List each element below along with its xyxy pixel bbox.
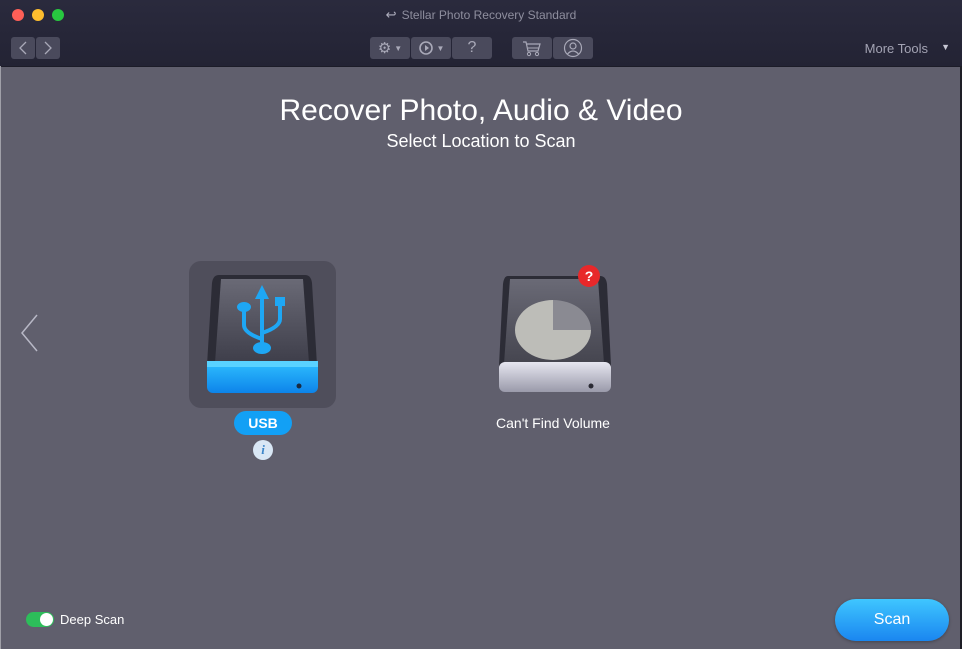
page-title: Recover Photo, Audio & Video [279,94,683,127]
chevron-left-icon [21,314,38,352]
drive-usb[interactable] [189,261,336,408]
caret-icon: ▼ [394,43,403,53]
deep-scan-label: Deep Scan [60,612,125,627]
drive-label-usb[interactable]: USB [234,411,292,435]
unknown-volume-badge: ? [578,265,600,287]
title-bar: ↩ Stellar Photo Recovery Standard ⚙ ▼ ▼ ? … [0,0,962,67]
back-arrow-icon: ↩ [385,7,397,22]
cart-button[interactable] [512,37,552,59]
settings-button[interactable]: ⚙ ▼ [370,37,410,59]
usb-drive-icon [207,275,318,393]
account-button[interactable] [553,37,593,59]
forward-button[interactable] [36,37,60,59]
previous-page-button[interactable] [18,313,42,358]
deep-scan-toggle[interactable] [26,612,54,627]
more-tools-menu[interactable]: More Tools [865,41,928,56]
chevron-right-icon [44,41,52,55]
caret-icon: ▼ [436,43,445,53]
user-icon [563,38,583,58]
volume-drive-icon [499,276,611,392]
more-tools-caret-icon[interactable]: ▼ [941,42,950,52]
info-icon[interactable]: i [253,440,273,460]
history-icon [418,41,433,55]
help-icon: ? [467,39,477,56]
window-edge [0,66,1,649]
cart-icon [523,40,541,56]
chevron-left-icon [19,41,27,55]
gear-icon: ⚙ [377,40,392,57]
toggle-knob [40,613,53,626]
window-title-text: Stellar Photo Recovery Standard [401,8,577,22]
drive-label-cant-find-volume[interactable]: Can't Find Volume [470,415,636,431]
back-button[interactable] [11,37,35,59]
history-button[interactable]: ▼ [411,37,451,59]
window-title: ↩ Stellar Photo Recovery Standard [0,7,962,23]
drive-cant-find-volume[interactable] [490,270,620,400]
help-button[interactable]: ? [452,37,492,59]
page-subtitle: Select Location to Scan [386,131,576,151]
scan-button[interactable]: Scan [835,599,949,641]
